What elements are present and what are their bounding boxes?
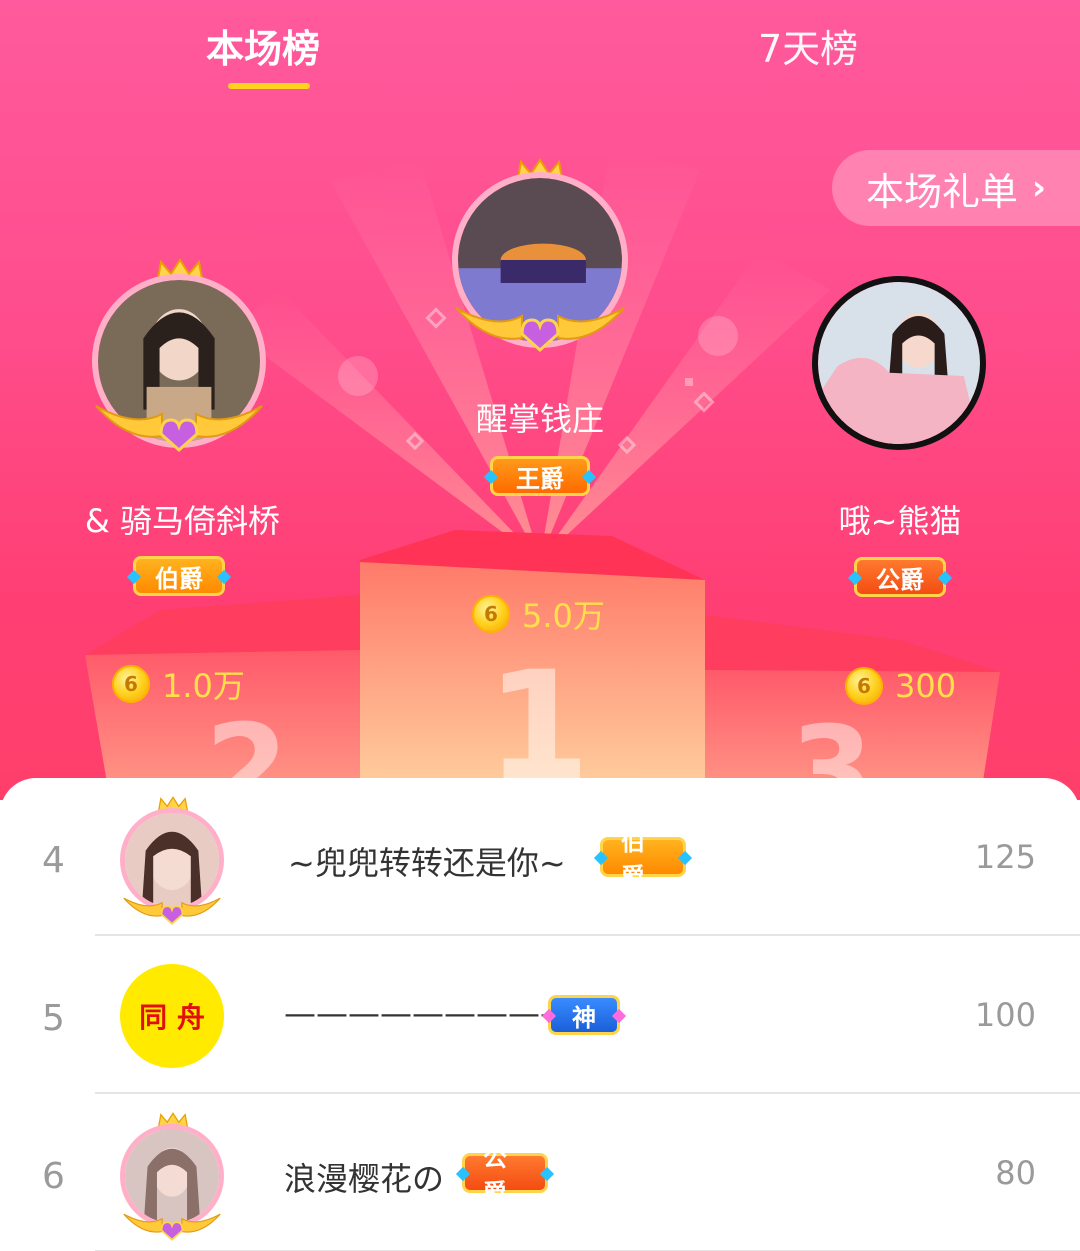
score: 125 <box>974 838 1036 876</box>
first-place-coins: 6 5.0万 <box>472 591 605 637</box>
second-place-wings <box>95 405 263 453</box>
coin-icon: 6 <box>472 595 510 633</box>
wings-icon <box>123 1213 221 1241</box>
third-place-avatar[interactable] <box>812 276 986 450</box>
user-badge: 伯爵 <box>593 828 693 891</box>
tab-current-session[interactable]: 本场榜 <box>206 18 320 73</box>
ranking-hero: 本场榜 7天榜 本场礼单 › 2 1 3 醒掌钱庄 王爵 6 5.0万 & 骑马… <box>0 0 1080 800</box>
second-place-badge: 伯爵 <box>126 556 232 596</box>
user-name: ~兜兜转转还是你~ <box>288 844 566 882</box>
second-place-name: & 骑马倚斜桥 <box>84 502 281 540</box>
wings-icon <box>123 897 221 925</box>
ranking-list: 4 ~兜兜转转还是你~ 伯爵 125 5 同 舟 ——————————| 神 1… <box>0 778 1080 1251</box>
third-place-coins: 6 300 <box>845 667 956 705</box>
tab-seven-days[interactable]: 7天榜 <box>758 18 858 73</box>
gift-list-button[interactable]: 本场礼单 › <box>832 150 1080 226</box>
list-item[interactable]: 6 浪漫樱花の 公爵 80 <box>0 1094 1080 1251</box>
second-place-coins: 6 1.0万 <box>112 661 245 707</box>
first-place-badge: 王爵 <box>483 456 597 496</box>
score: 100 <box>974 996 1036 1034</box>
rank-number: 4 <box>42 840 65 881</box>
third-place-badge: 公爵 <box>847 557 953 597</box>
avatar[interactable]: 同 舟 <box>120 964 224 1068</box>
user-badge: 公爵 <box>455 1144 555 1207</box>
score: 80 <box>995 1154 1036 1192</box>
rank-number: 5 <box>42 998 65 1039</box>
list-item[interactable]: 5 同 舟 ——————————| 神 100 <box>0 936 1080 1094</box>
coin-icon: 6 <box>845 667 883 705</box>
third-place-name: 哦~熊猫 <box>838 502 962 540</box>
user-badge: 神 <box>541 995 627 1035</box>
rank-number: 6 <box>42 1156 65 1197</box>
first-place-name: 醒掌钱庄 <box>475 400 604 438</box>
first-place-wings <box>455 307 625 353</box>
gift-list-label: 本场礼单 <box>866 169 1019 214</box>
coin-icon: 6 <box>112 665 150 703</box>
user-name: 浪漫樱花の <box>284 1160 445 1198</box>
chevron-right-icon: › <box>1032 168 1047 208</box>
active-tab-indicator <box>228 83 310 89</box>
list-item[interactable]: 4 ~兜兜转转还是你~ 伯爵 125 <box>0 778 1080 936</box>
podium-number-1: 1 <box>486 640 591 800</box>
